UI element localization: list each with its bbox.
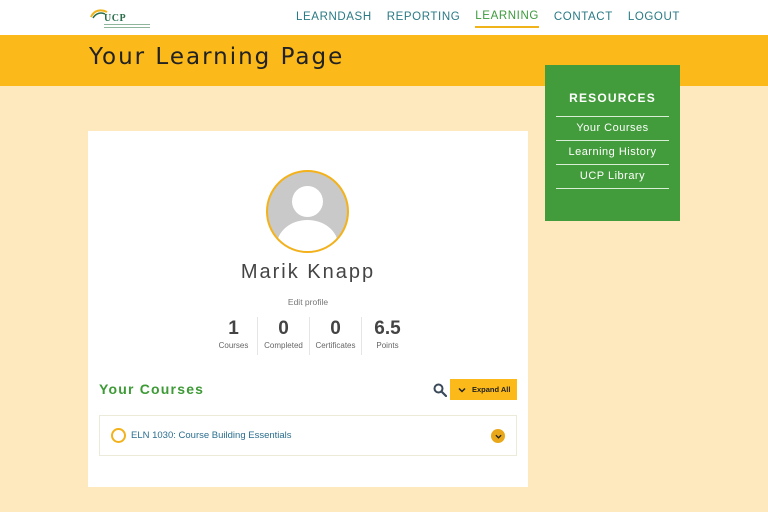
resource-link-your-courses[interactable]: Your Courses bbox=[556, 117, 669, 141]
stat-points-label: Points bbox=[376, 341, 399, 350]
stat-courses-value: 1 bbox=[228, 318, 239, 339]
nav-reporting[interactable]: REPORTING bbox=[387, 9, 461, 27]
ucp-logo[interactable]: UCP bbox=[90, 7, 150, 29]
logo-tagline bbox=[104, 24, 150, 28]
avatar-head bbox=[292, 186, 323, 217]
resources-title: RESOURCES bbox=[569, 91, 656, 105]
chevron-down-icon bbox=[458, 387, 466, 393]
expand-all-label: Expand All bbox=[472, 385, 511, 394]
main-nav: LEARNDASH REPORTING LEARNING CONTACT LOG… bbox=[296, 0, 680, 35]
stat-completed: 0 Completed bbox=[257, 317, 309, 355]
course-title-link[interactable]: ELN 1030: Course Building Essentials bbox=[131, 430, 292, 441]
user-name: Marik Knapp bbox=[240, 261, 376, 283]
profile-card: Marik Knapp Edit profile 1 Courses 0 Com… bbox=[88, 131, 528, 487]
avatar bbox=[266, 170, 349, 253]
resource-link-learning-history[interactable]: Learning History bbox=[556, 141, 669, 165]
nav-learning[interactable]: LEARNING bbox=[475, 8, 539, 28]
resources-list: Your Courses Learning History UCP Librar… bbox=[556, 116, 669, 189]
avatar-body bbox=[277, 220, 338, 251]
chevron-down-icon bbox=[494, 434, 502, 439]
profile-stats: 1 Courses 0 Completed 0 Certificates 6.5… bbox=[210, 317, 413, 355]
stat-points-value: 6.5 bbox=[374, 318, 401, 339]
your-courses-heading: Your Courses bbox=[99, 381, 205, 397]
stat-completed-value: 0 bbox=[278, 318, 289, 339]
stat-certificates-label: Certificates bbox=[315, 341, 356, 350]
resource-link-ucp-library[interactable]: UCP Library bbox=[556, 165, 669, 189]
logo-text: UCP bbox=[104, 13, 127, 24]
page-title: Your Learning Page bbox=[89, 44, 345, 70]
expand-all-button[interactable]: Expand All bbox=[450, 379, 517, 400]
search-icon[interactable] bbox=[433, 383, 447, 397]
course-status-icon bbox=[111, 428, 126, 443]
stat-points: 6.5 Points bbox=[361, 317, 413, 355]
nav-logout[interactable]: LOGOUT bbox=[628, 9, 680, 27]
course-row[interactable]: ELN 1030: Course Building Essentials bbox=[99, 415, 517, 456]
stat-courses-label: Courses bbox=[218, 341, 249, 350]
stat-certificates: 0 Certificates bbox=[309, 317, 361, 355]
nav-learndash[interactable]: LEARNDASH bbox=[296, 9, 372, 27]
course-expand-button[interactable] bbox=[491, 429, 505, 443]
top-navigation-bar: UCP LEARNDASH REPORTING LEARNING CONTACT… bbox=[0, 0, 768, 35]
edit-profile-link[interactable]: Edit profile bbox=[88, 297, 528, 307]
nav-contact[interactable]: CONTACT bbox=[554, 9, 613, 27]
stat-courses: 1 Courses bbox=[210, 317, 257, 355]
resources-panel: RESOURCES Your Courses Learning History … bbox=[545, 65, 680, 221]
stat-completed-label: Completed bbox=[264, 341, 303, 350]
stat-certificates-value: 0 bbox=[330, 318, 341, 339]
